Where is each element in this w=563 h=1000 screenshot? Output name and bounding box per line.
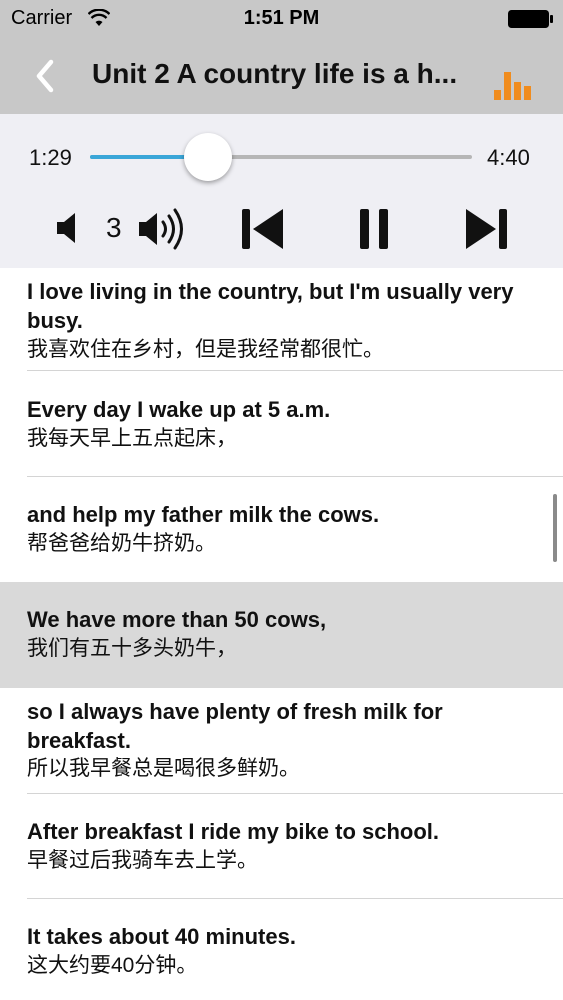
sentence-chinese: 我喜欢住在乡村，但是我经常都很忙。	[27, 338, 384, 361]
sentence-english: I love living in the country, but I'm us…	[27, 279, 514, 333]
elapsed-time: 1:29	[29, 145, 72, 170]
sentence-row[interactable]: Every day I wake up at 5 a.m. 我每天早上五点起床，	[0, 371, 563, 477]
sentence-english: After breakfast I ride my bike to school…	[27, 819, 440, 844]
sentence-chinese: 我每天早上五点起床，	[27, 427, 237, 450]
sentence-row[interactable]: and help my father milk the cows. 帮爸爸给奶牛…	[0, 477, 563, 582]
sentence-row-selected[interactable]: We have more than 50 cows, 我们有五十多头奶牛，	[0, 582, 563, 688]
nav-bar: Unit 2 A country life is a h...	[0, 38, 563, 114]
volume-down-icon[interactable]	[55, 210, 85, 246]
status-time: 1:51 PM	[243, 7, 320, 29]
sentence-chinese: 早餐过后我骑车去上学。	[27, 849, 258, 872]
sentence-row[interactable]: After breakfast I ride my bike to school…	[0, 794, 563, 899]
sentence-chinese: 帮爸爸给奶牛挤奶。	[27, 532, 216, 555]
chevron-left-icon[interactable]	[24, 56, 64, 96]
volume-up-icon[interactable]	[137, 206, 191, 252]
sentence-english: and help my father milk the cows.	[27, 502, 380, 527]
sentence-row[interactable]: I love living in the country, but I'm us…	[0, 268, 563, 371]
skip-next-icon[interactable]	[462, 206, 510, 252]
sentence-chinese: 这大约要40分钟。	[27, 954, 198, 977]
battery-icon	[508, 10, 553, 28]
sentence-row[interactable]: so I always have plenty of fresh milk fo…	[0, 688, 563, 794]
sentence-list[interactable]: I love living in the country, but I'm us…	[0, 268, 563, 1000]
seek-slider[interactable]	[90, 133, 472, 181]
sentence-english: We have more than 50 cows,	[27, 607, 327, 632]
total-time: 4:40	[487, 145, 530, 170]
seek-slider-thumb[interactable]	[184, 133, 233, 181]
sentence-english: It takes about 40 minutes.	[27, 924, 296, 949]
sentence-english: so I always have plenty of fresh milk fo…	[27, 699, 443, 753]
skip-previous-icon[interactable]	[239, 206, 287, 252]
audio-player: 1:29 4:40 3	[0, 114, 563, 268]
sentence-english: Every day I wake up at 5 a.m.	[27, 397, 331, 422]
status-bar: Carrier 1:51 PM	[0, 0, 563, 38]
bar-chart-icon[interactable]	[492, 64, 538, 100]
sentence-chinese: 所以我早餐总是喝很多鲜奶。	[27, 757, 300, 780]
sentence-row[interactable]: It takes about 40 minutes. 这大约要40分钟。	[0, 899, 563, 1000]
scroll-indicator[interactable]	[553, 494, 557, 562]
volume-level: 3	[106, 212, 122, 243]
sentence-chinese: 我们有五十多头奶牛，	[27, 637, 237, 660]
page-title: Unit 2 A country life is a h...	[92, 58, 458, 89]
pause-icon[interactable]	[356, 206, 392, 252]
